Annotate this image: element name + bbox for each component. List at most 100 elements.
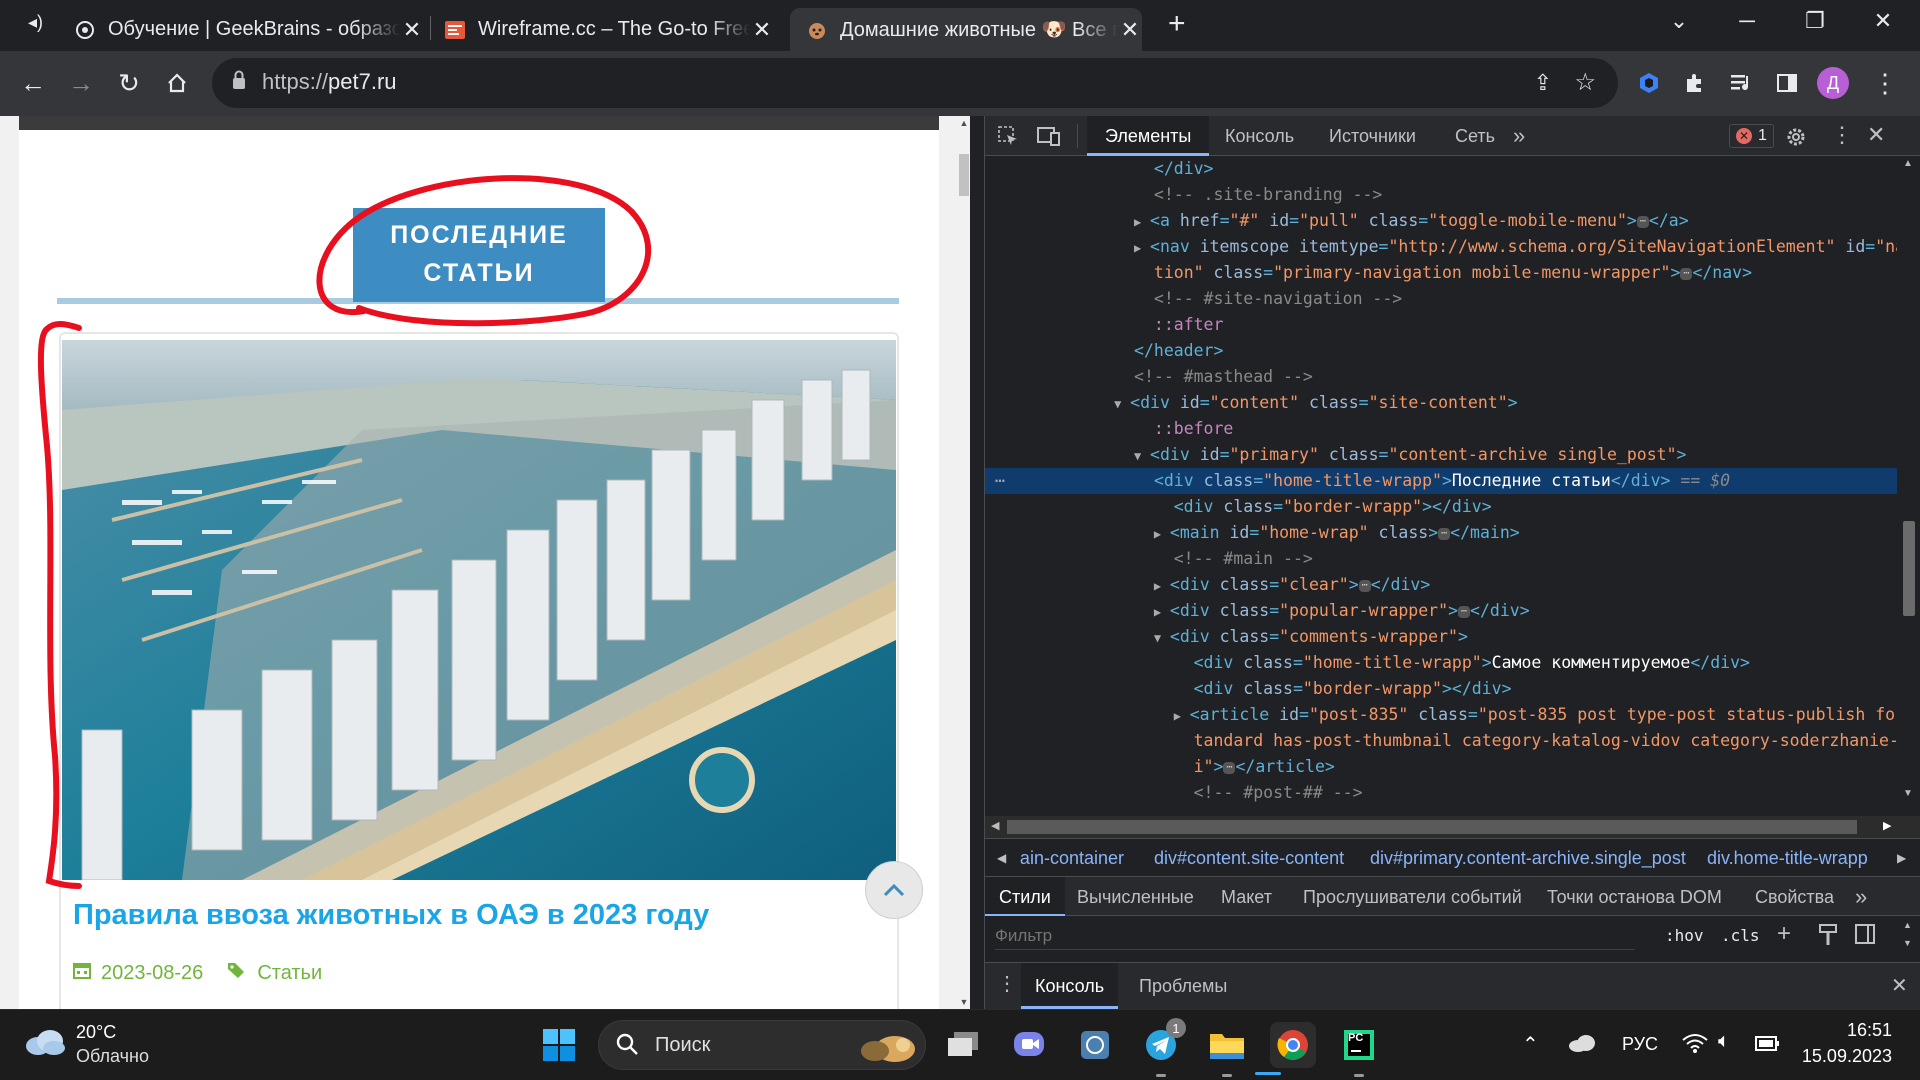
drawer-tab-issues[interactable]: Проблемы — [1139, 963, 1227, 1009]
dom-line[interactable]: ▶ <article id="post-835" class="post-835 … — [985, 702, 1920, 728]
dom-line[interactable]: ▼ <div id="primary" class="content-archiv… — [985, 442, 1920, 468]
dom-line[interactable]: tandard has-post-thumbnail category-kata… — [985, 728, 1920, 754]
chrome-icon[interactable] — [1270, 1022, 1316, 1068]
breadcrumb-item[interactable]: main-container — [1019, 839, 1124, 876]
styles-filter-input[interactable] — [995, 922, 1635, 950]
clock-date[interactable]: 15.09.2023 — [1782, 1046, 1892, 1067]
dom-line[interactable]: ▶ <div class="clear"> ⋯ </div> — [985, 572, 1920, 598]
forward-icon[interactable]: → — [62, 64, 100, 102]
tab-close-icon[interactable]: ✕ — [750, 17, 774, 43]
back-icon[interactable]: ← — [14, 64, 52, 102]
dom-line[interactable]: </div> — [985, 156, 1920, 182]
share-icon[interactable]: ⇪ — [1534, 70, 1552, 96]
pycharm-icon[interactable]: PC — [1336, 1022, 1382, 1068]
scroll-up-arrow-icon[interactable]: ▲ — [1903, 920, 1912, 930]
dom-line[interactable]: ▶ <main id="home-wrap" class> ⋯ </main> — [985, 520, 1920, 546]
reload-icon[interactable]: ↻ — [110, 64, 148, 102]
dom-line[interactable]: <div class="home-title-wrapp">Самое комм… — [985, 650, 1920, 676]
onedrive-icon[interactable] — [1568, 1034, 1596, 1057]
tab-search-button[interactable]: ◂) — [28, 12, 43, 33]
dom-line[interactable]: ::before — [985, 416, 1920, 442]
dom-line[interactable]: <!-- #main --> — [985, 546, 1920, 572]
tray-expand-icon[interactable]: ⌃ — [1522, 1032, 1539, 1057]
dom-line[interactable]: <!-- #site-navigation --> — [985, 286, 1920, 312]
dom-line[interactable]: ▶ <nav itemscope itemtype="http://www.sch… — [985, 234, 1920, 260]
tab-wireframe[interactable]: Wireframe.cc – The Go-to Free, Online Wi… — [444, 8, 774, 51]
subtab-dom-breakpoints[interactable]: Точки останова DOM — [1547, 877, 1722, 917]
page-scrollbar[interactable]: ▲ ▼ — [958, 116, 970, 1009]
tab-list-icon[interactable]: ⌄ — [1656, 0, 1702, 42]
scroll-down-arrow-icon[interactable]: ▼ — [1903, 938, 1912, 948]
scroll-down-arrow-icon[interactable]: ▼ — [958, 997, 970, 1007]
devtools-menu-icon[interactable]: ⋮ — [1831, 122, 1853, 148]
errors-badge[interactable]: ✕ 1 — [1729, 124, 1774, 148]
dom-line[interactable]: <!-- .site-branding --> — [985, 182, 1920, 208]
telegram-icon[interactable]: 1 — [1138, 1018, 1186, 1068]
settings-gear-icon[interactable] — [1785, 126, 1807, 153]
subtab-computed[interactable]: Вычисленные — [1077, 877, 1194, 917]
dom-line[interactable]: ▼ <div id="content" class="site-content"> — [985, 390, 1920, 416]
volume-icon[interactable]: 🔈︎ — [1718, 1030, 1730, 1053]
start-windows-icon[interactable] — [536, 1022, 582, 1068]
breadcrumb-item[interactable]: div.home-title-wrapp — [1707, 839, 1887, 876]
wifi-icon[interactable] — [1682, 1032, 1708, 1059]
close-window-icon[interactable]: ✕ — [1860, 0, 1906, 42]
drawer-tab-console[interactable]: Консоль — [1021, 963, 1119, 1009]
scroll-up-arrow-icon[interactable]: ▲ — [958, 118, 970, 128]
language-indicator[interactable]: РУС — [1622, 1034, 1658, 1055]
dom-line[interactable]: </header> — [985, 338, 1920, 364]
paint-roller-icon[interactable] — [1819, 924, 1837, 951]
scroll-down-arrow-icon[interactable]: ▼ — [1903, 788, 1913, 799]
browser-menu-icon[interactable]: ⋮ — [1866, 64, 1904, 102]
elements-tree[interactable]: </div> <!-- .site-branding --> ▶ <a href=… — [985, 156, 1920, 816]
restore-icon[interactable]: ❐ — [1792, 0, 1838, 42]
subtabs-more-icon[interactable]: » — [1855, 877, 1867, 917]
cls-toggle[interactable]: .cls — [1721, 926, 1760, 945]
home-icon[interactable] — [158, 64, 196, 102]
elements-scrollbar-thumb[interactable] — [1903, 521, 1915, 616]
devtools-close-icon[interactable]: ✕ — [1867, 122, 1885, 148]
scroll-up-arrow-icon[interactable]: ▲ — [1903, 158, 1913, 169]
devtools-tab-sources[interactable]: Источники — [1329, 116, 1416, 156]
breadcrumb-item[interactable]: div#primary.content-archive.single_post — [1370, 839, 1686, 876]
dom-line[interactable]: i"> ⋯ </article> — [985, 754, 1920, 780]
taskbar-search[interactable]: Поиск — [598, 1020, 926, 1070]
extension-icon[interactable] — [1630, 64, 1668, 102]
tab-close-icon[interactable]: ✕ — [1118, 17, 1142, 43]
subtab-styles[interactable]: Стили — [985, 877, 1065, 917]
scroll-right-arrow-icon[interactable]: ▶ — [1883, 819, 1891, 832]
new-tab-button[interactable]: + — [1168, 7, 1186, 41]
scroll-left-arrow-icon[interactable]: ◀ — [991, 819, 999, 832]
devtools-tab-network[interactable]: Сеть — [1455, 116, 1495, 156]
dom-line[interactable]: <div class="border-wrapp"></div> — [985, 676, 1920, 702]
crumbs-left-arrow-icon[interactable]: ◀ — [997, 839, 1006, 876]
dom-line[interactable]: tion" class="primary-navigation mobile-m… — [985, 260, 1920, 286]
page-scrollbar-thumb[interactable] — [959, 154, 969, 196]
drawer-menu-icon[interactable]: ⋮ — [997, 971, 1017, 996]
dom-line[interactable]: ::after — [985, 312, 1920, 338]
tab-pet7-active[interactable]: Домашние животные 🐶 Все про домашних жив… — [790, 8, 1142, 51]
subtab-properties[interactable]: Свойства — [1755, 877, 1834, 917]
address-bar[interactable]: https://pet7.ru ⇪ ☆ — [212, 58, 1618, 108]
crumbs-right-arrow-icon[interactable]: ▶ — [1897, 839, 1906, 876]
file-explorer-icon[interactable] — [1204, 1022, 1250, 1068]
hscrollbar-thumb[interactable] — [1007, 820, 1857, 834]
clock-time[interactable]: 16:51 — [1802, 1020, 1892, 1041]
drawer-close-icon[interactable]: ✕ — [1891, 973, 1908, 998]
devtools-more-tabs-icon[interactable]: » — [1513, 116, 1525, 156]
extensions-puzzle-icon[interactable] — [1676, 64, 1714, 102]
cloud-weather-icon[interactable] — [24, 1028, 66, 1061]
side-panel-icon[interactable] — [1768, 64, 1806, 102]
dom-line[interactable]: ▼ <div class="comments-wrapper"> — [985, 624, 1920, 650]
dom-line[interactable]: ▶ <div class="popular-wrapper"> ⋯ </div> — [985, 598, 1920, 624]
store-app-icon[interactable] — [1072, 1022, 1118, 1068]
devtools-tab-elements[interactable]: Элементы — [1087, 116, 1210, 156]
dom-line[interactable]: ▶ <a href="#" id="pull" class="toggle-mob… — [985, 208, 1920, 234]
dom-line-selected[interactable]: ⋯ <div class="home-title-wrapp">Последни… — [985, 468, 1920, 494]
breadcrumb-item[interactable]: div#content.site-content — [1154, 839, 1344, 876]
toggle-sidebar-icon[interactable] — [1855, 924, 1875, 949]
subtab-layout[interactable]: Макет — [1221, 877, 1272, 917]
tab-geekbrains[interactable]: Обучение | GeekBrains - образовательный … — [74, 8, 424, 51]
device-toolbar-icon[interactable] — [1037, 125, 1061, 152]
hov-toggle[interactable]: :hov — [1665, 926, 1704, 945]
